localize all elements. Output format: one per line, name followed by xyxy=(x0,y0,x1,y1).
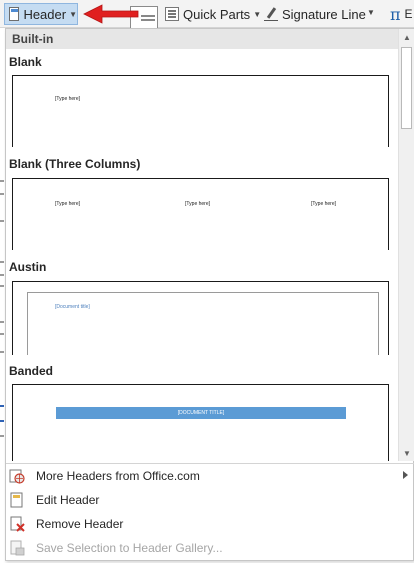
header-dropdown-panel: Built-in Blank [Type here] Blank (Three … xyxy=(5,28,414,561)
doc-text-line xyxy=(0,220,4,222)
doc-link-line xyxy=(0,405,4,407)
equation-button[interactable]: π E xyxy=(390,3,413,25)
doc-text-line xyxy=(0,261,4,263)
menu-item-remove-header[interactable]: Remove Header xyxy=(6,512,414,536)
save-to-gallery-icon xyxy=(10,540,25,556)
signature-line-button[interactable]: Signature Line xyxy=(264,3,366,25)
menu-item-more-headers[interactable]: More Headers from Office.com xyxy=(6,464,414,488)
builtin-section-header: Built-in xyxy=(6,29,398,49)
ribbon-bar: Header ▼ Quick Parts ▼ Signature Line ▼ … xyxy=(0,0,414,28)
header-menu: More Headers from Office.com Edit Header… xyxy=(6,463,414,560)
gallery-scrollbar[interactable]: ▲ ▼ xyxy=(398,29,414,461)
gallery-item-blank-three-columns[interactable]: [Type here] [Type here] [Type here] xyxy=(12,178,389,250)
placeholder-text: [Type here] xyxy=(185,201,211,207)
gallery-item-blank[interactable]: [Type here] xyxy=(12,75,389,147)
gallery-item-label: Blank (Three Columns) xyxy=(9,157,141,171)
chevron-down-icon[interactable]: ▼ xyxy=(367,8,375,17)
quick-parts-label: Quick Parts xyxy=(183,6,251,22)
scroll-up-icon[interactable]: ▲ xyxy=(399,29,414,45)
header-page-icon xyxy=(9,7,20,21)
red-arrow-annotation xyxy=(83,4,139,24)
doc-text-line xyxy=(0,285,4,287)
header-button[interactable]: Header ▼ xyxy=(4,3,78,25)
save-selection-label: Save Selection to Header Gallery... xyxy=(36,541,223,555)
menu-item-edit-header[interactable]: Edit Header xyxy=(6,488,414,512)
doc-text-line xyxy=(0,351,4,353)
doc-link-line xyxy=(0,420,4,422)
doc-text-line xyxy=(0,274,4,276)
pi-icon: π xyxy=(390,4,401,24)
more-headers-label: More Headers from Office.com xyxy=(36,469,200,483)
doc-text-line xyxy=(0,435,4,437)
signature-line-label: Signature Line xyxy=(282,6,366,22)
doc-text-line xyxy=(0,321,4,323)
gallery-item-banded[interactable]: [DOCUMENT TITLE] xyxy=(12,384,389,461)
quick-parts-button[interactable]: Quick Parts ▼ xyxy=(165,3,261,25)
scrollbar-thumb[interactable] xyxy=(401,47,412,129)
quick-parts-icon xyxy=(165,7,179,21)
placeholder-text: [Type here] xyxy=(55,96,81,102)
office-online-icon xyxy=(9,469,25,484)
signature-pen-icon xyxy=(264,7,278,21)
submenu-arrow-icon xyxy=(403,471,408,479)
edit-header-icon xyxy=(10,492,23,508)
edit-header-label: Edit Header xyxy=(36,493,100,507)
gallery-item-label: Blank xyxy=(9,55,42,69)
placeholder-text: [Document title] xyxy=(55,304,90,310)
gallery-item-austin[interactable]: [Document title] xyxy=(12,281,389,355)
equation-label: E xyxy=(404,7,413,21)
chevron-down-icon: ▼ xyxy=(69,9,77,19)
doc-text-line xyxy=(0,180,4,182)
austin-border-frame xyxy=(27,292,379,355)
chevron-down-icon: ▼ xyxy=(253,9,262,19)
menu-item-save-selection: Save Selection to Header Gallery... xyxy=(6,536,414,560)
doc-text-line xyxy=(0,333,4,335)
doc-text-line xyxy=(0,193,4,195)
placeholder-text: [Type here] xyxy=(311,201,337,207)
remove-header-label: Remove Header xyxy=(36,517,124,531)
scroll-down-icon[interactable]: ▼ xyxy=(399,445,414,461)
placeholder-text: [DOCUMENT TITLE] xyxy=(177,410,225,416)
header-gallery: Built-in Blank [Type here] Blank (Three … xyxy=(6,29,398,461)
gallery-item-label: Austin xyxy=(9,260,47,274)
placeholder-text: [Type here] xyxy=(55,201,81,207)
remove-header-icon xyxy=(10,516,25,532)
gallery-item-label: Banded xyxy=(9,364,54,378)
header-button-label: Header xyxy=(23,6,67,22)
